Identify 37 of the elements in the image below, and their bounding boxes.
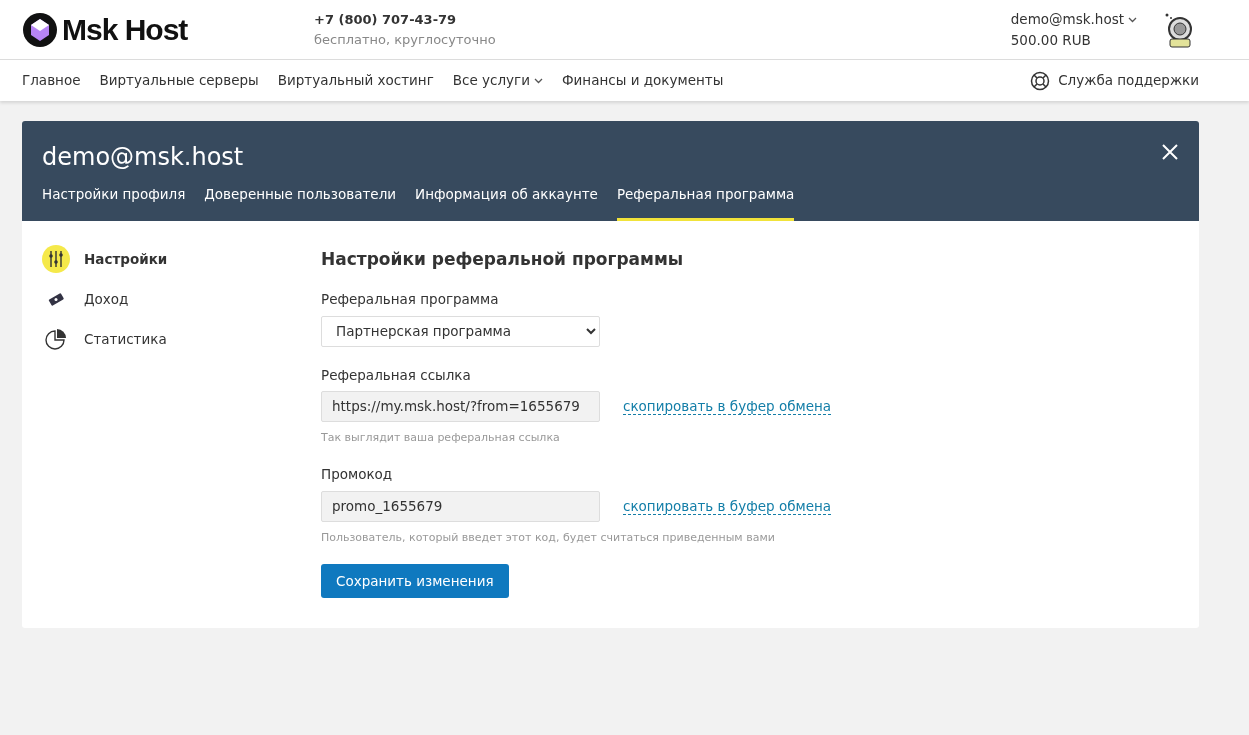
profile-tab[interactable]: Доверенные пользователи bbox=[204, 179, 397, 222]
caret-icon bbox=[1128, 17, 1137, 24]
caret-icon bbox=[533, 78, 543, 85]
field-label: Реферальная ссылка bbox=[321, 365, 472, 385]
program-select[interactable]: Партнерская программа bbox=[321, 315, 600, 347]
nav-link-item[interactable]: Главное bbox=[22, 70, 81, 91]
field-hint: Пользователь, который введет этот код, будет считаться приведенным вами bbox=[321, 529, 776, 546]
lifebuoy-icon bbox=[1030, 70, 1051, 91]
copy-link[interactable]: скопировать в буфер обмена bbox=[623, 497, 832, 515]
support-link[interactable]: Служба поддержки bbox=[1030, 70, 1199, 91]
logo-icon bbox=[22, 11, 58, 48]
copy-link[interactable]: скопировать в буфер обмена bbox=[623, 397, 832, 416]
logo-text: Msk Host bbox=[62, 12, 188, 48]
field-label: Промокод bbox=[321, 465, 394, 485]
readonly-field[interactable]: promo_1655679 bbox=[321, 490, 600, 522]
balance: 500.00 RUB bbox=[1010, 30, 1092, 50]
close-icon[interactable] bbox=[1161, 143, 1179, 161]
save-button[interactable]: Сохранить изменения bbox=[321, 564, 509, 599]
nav-dropdown[interactable]: Все услуги bbox=[452, 70, 543, 91]
field-hint: Так выглядит ваша реферальная ссылка bbox=[321, 429, 561, 446]
account-menu[interactable]: demo@msk.host bbox=[1010, 9, 1137, 30]
sliders-icon bbox=[42, 245, 70, 274]
panel-title: demo@msk.host bbox=[42, 143, 244, 172]
nav-link-item[interactable]: Виртуальный хостинг bbox=[277, 70, 434, 91]
sidebar-item[interactable]: Доход bbox=[42, 285, 321, 314]
profile-tab[interactable]: Настройки профиля bbox=[42, 179, 186, 222]
nav-link-item[interactable]: Финансы и документы bbox=[561, 70, 724, 91]
profile-tab[interactable]: Информация об аккаунте bbox=[415, 179, 598, 222]
phone-note: бесплатно, круглосуточно bbox=[314, 30, 496, 49]
readonly-field[interactable]: https://my.msk.host/?from=1655679 bbox=[321, 390, 600, 422]
profile-tab[interactable]: Реферальная программа bbox=[616, 179, 795, 222]
section-heading: Настройки реферальной программы bbox=[321, 249, 685, 270]
sidebar-item[interactable]: Настройки bbox=[42, 245, 321, 274]
field-label: Реферальная программа bbox=[321, 290, 500, 310]
sidebar-item[interactable]: Статистика bbox=[42, 325, 321, 354]
phone-number: +7 (800) 707-43-79 bbox=[314, 11, 458, 29]
nav-link-item[interactable]: Виртуальные серверы bbox=[99, 70, 259, 91]
